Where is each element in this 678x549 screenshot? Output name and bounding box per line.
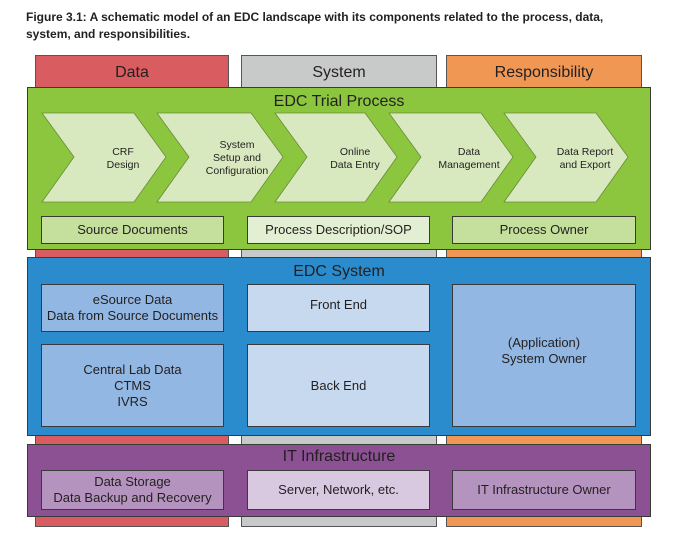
step-online-data-entry: Online Data Entry (316, 143, 394, 175)
box-external-data-line2: CTMS (114, 377, 151, 393)
step-online-data-entry-line1: Online (339, 146, 371, 158)
box-external-data: Central Lab Data CTMS IVRS (41, 344, 224, 427)
layer-edc-system: EDC System eSource Data Data from Source… (27, 257, 651, 436)
step-data-report: Data Report and Export (543, 143, 627, 175)
step-crf-design: CRF Design (88, 143, 158, 175)
step-data-report-line1: Data Report (556, 146, 614, 158)
column-system-label: System (312, 64, 366, 81)
step-system-setup-line1: System (219, 139, 255, 151)
box-system-owner-line1: (Application) (507, 334, 581, 350)
layer-edc-system-title: EDC System (293, 263, 385, 280)
box-process-description-sop: Process Description/SOP (247, 216, 430, 244)
box-esource-data-line2: Data from Source Documents (46, 308, 219, 323)
box-front-end: Front End (247, 284, 430, 332)
box-external-data-line1: Central Lab Data (83, 361, 182, 377)
step-system-setup-line2: Setup and (213, 152, 261, 164)
step-system-setup: System Setup and Configuration (198, 136, 276, 181)
step-crf-design-line1: CRF (112, 146, 134, 158)
box-external-data-line3: IVRS (117, 393, 148, 409)
step-data-management: Data Management (426, 143, 512, 175)
step-data-management-line2: Management (438, 159, 500, 171)
layer-it-infrastructure: IT Infrastructure Data Storage Data Back… (27, 444, 651, 517)
box-front-end-label: Front End (309, 297, 368, 312)
box-system-owner: (Application) System Owner (452, 284, 636, 427)
step-online-data-entry-line2: Data Entry (330, 159, 380, 171)
box-process-owner: Process Owner (452, 216, 636, 244)
step-crf-design-line2: Design (106, 159, 140, 171)
box-data-storage: Data Storage Data Backup and Recovery (41, 470, 224, 510)
box-system-owner-line2: System Owner (501, 350, 587, 366)
column-responsibility-label: Responsibility (494, 64, 594, 81)
figure-caption: Figure 3.1: A schematic model of an EDC … (26, 10, 604, 41)
column-data-label: Data (115, 64, 149, 81)
box-data-storage-line1: Data Storage (94, 474, 171, 489)
layer-trial-process: EDC Trial Process CRF Design System Setu… (27, 87, 651, 250)
box-esource-data-line1: eSource Data (92, 292, 173, 307)
step-data-management-line1: Data (457, 146, 481, 158)
layer-it-infrastructure-title: IT Infrastructure (282, 448, 396, 465)
step-data-report-line2: and Export (559, 159, 611, 171)
box-data-storage-line2: Data Backup and Recovery (53, 490, 212, 505)
box-esource-data: eSource Data Data from Source Documents (41, 284, 224, 332)
box-server-network: Server, Network, etc. (247, 470, 430, 510)
box-source-documents: Source Documents (41, 216, 224, 244)
step-system-setup-line3: Configuration (205, 165, 269, 177)
box-back-end: Back End (247, 344, 430, 427)
box-it-infrastructure-owner: IT Infrastructure Owner (452, 470, 636, 510)
